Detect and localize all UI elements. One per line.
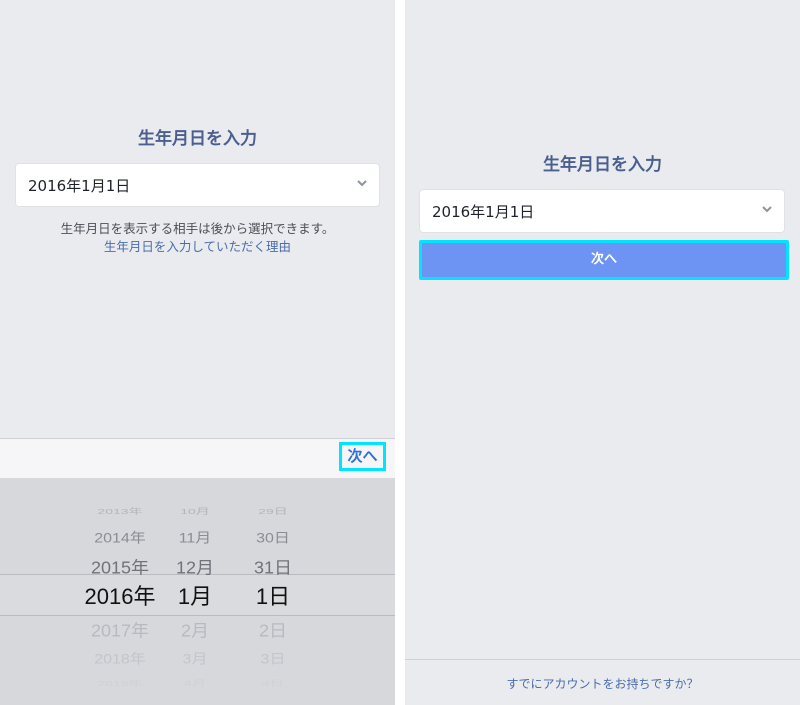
picker-month: 4月	[184, 678, 206, 688]
picker-row[interactable]: 2015年 12月 31日	[0, 554, 395, 583]
next-button[interactable]: 次へ	[419, 240, 789, 280]
picker-month: 11月	[178, 531, 212, 546]
page-title: 生年月日を入力	[543, 155, 662, 175]
picker-row[interactable]: 2017年 2月 2日	[0, 617, 395, 646]
picker-row[interactable]: 2019年 4月 4日	[0, 675, 395, 692]
date-picker[interactable]: 2013年 10月 29日 2014年 11月 30日 2015年 12月 31日 2016年 1月…	[0, 478, 395, 705]
birthday-value: 2016年1月1日	[432, 203, 535, 221]
helper-text: 生年月日を表示する相手は後から選択できます。	[60, 221, 335, 236]
toolbar-next-button[interactable]: 次へ	[339, 442, 386, 471]
picker-month: 1月	[177, 584, 213, 609]
picker-month: 10月	[180, 506, 210, 516]
picker-day: 1日	[255, 584, 291, 609]
picker-row[interactable]: 2014年 11月 30日	[0, 526, 395, 552]
picker-month: 2月	[180, 621, 209, 641]
page-title: 生年月日を入力	[138, 129, 257, 149]
picker-row[interactable]: 2018年 3月 3日	[0, 647, 395, 673]
helper-text-block: 生年月日を表示する相手は後から選択できます。 生年月日を入力していただく理由	[10, 220, 385, 256]
already-have-account-link[interactable]: すでにアカウントをお持ちですか？	[405, 675, 800, 692]
picker-row-selected[interactable]: 2016年 1月 1日	[0, 582, 395, 612]
picker-day: 2日	[258, 621, 287, 641]
birthday-select[interactable]: 2016年1月1日	[420, 190, 784, 232]
picker-day: 29日	[258, 506, 288, 516]
picker-day: 30日	[256, 531, 290, 546]
birthday-select[interactable]: 2016年1月1日	[16, 164, 379, 206]
why-birthday-link[interactable]: 生年月日を入力していただく理由	[10, 238, 385, 256]
footer-divider	[405, 659, 800, 660]
keyboard-toolbar: 次へ	[0, 438, 395, 478]
chevron-down-icon	[762, 206, 772, 213]
picker-month: 12月	[175, 558, 215, 578]
picker-day: 4日	[262, 678, 284, 688]
picker-row[interactable]: 2013年 10月 29日	[0, 503, 395, 520]
picker-day: 3日	[260, 652, 286, 667]
picker-day: 31日	[253, 558, 293, 578]
left-screen: 生年月日を入力 2016年1月1日 生年月日を表示する相手は後から選択できます。…	[0, 0, 395, 705]
chevron-down-icon	[357, 180, 367, 187]
picker-month: 3月	[182, 652, 208, 667]
birthday-value: 2016年1月1日	[28, 177, 131, 195]
right-screen: 生年月日を入力 2016年1月1日 次へ すでにアカウントをお持ちですか？	[405, 0, 800, 705]
